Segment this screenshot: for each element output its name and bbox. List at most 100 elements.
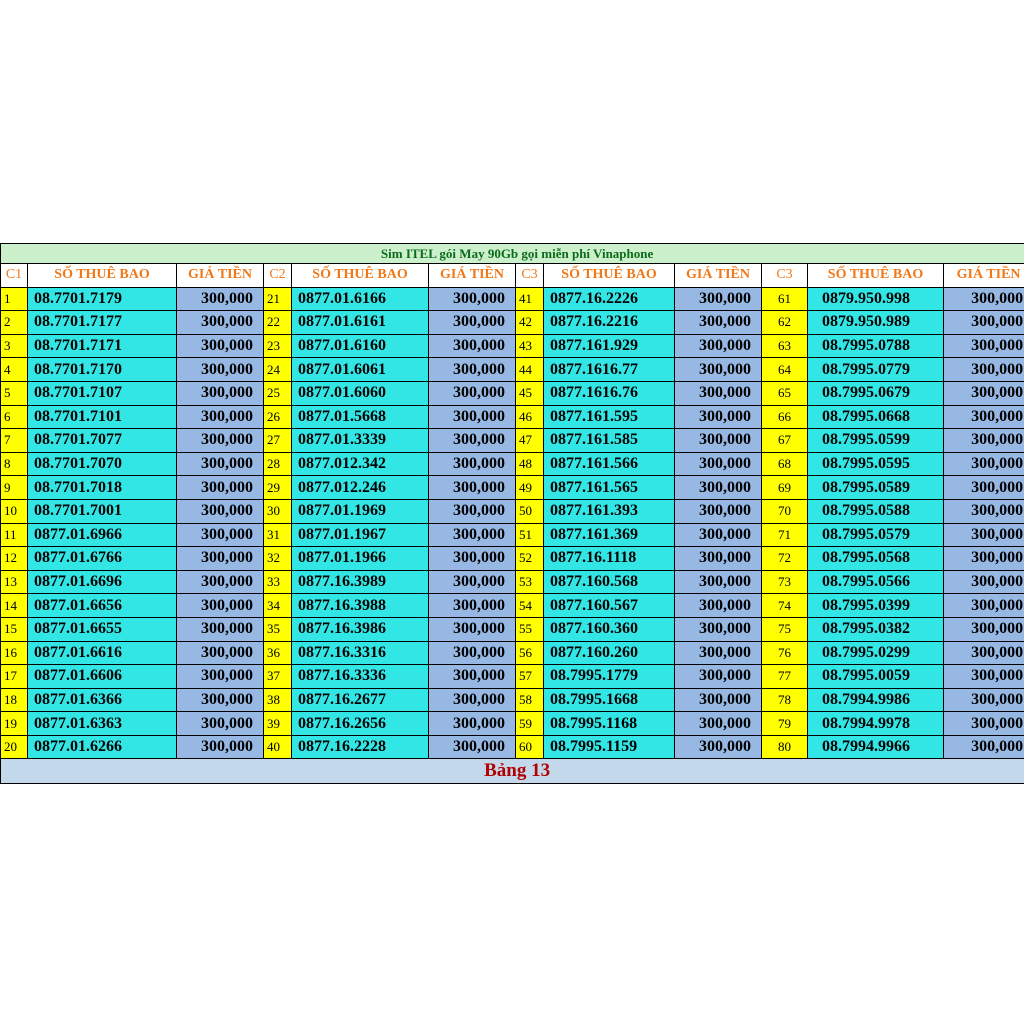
index-cell: 60: [515, 734, 544, 760]
price-cell: 300,000: [176, 616, 264, 642]
price-cell: 300,000: [674, 687, 762, 713]
phone-number-cell: 0877.01.1967: [291, 522, 429, 548]
table-row: 20 0877.01.6266 300,000 40 0877.16.2228 300,0…: [0, 734, 1024, 760]
price-cell: 300,000: [176, 475, 264, 500]
price-cell: 300,000: [428, 734, 516, 760]
table-title: Sim ITEL gói May 90Gb gọi miễn phí Vinap…: [0, 243, 1024, 264]
index-cell: 3: [0, 333, 28, 359]
phone-number-cell: 0877.161.566: [543, 451, 675, 477]
index-cell: 63: [761, 333, 808, 359]
index-cell: 33: [263, 569, 292, 595]
index-cell: 73: [761, 569, 808, 595]
price-cell: 300,000: [942, 734, 1024, 760]
price-cell: 300,000: [674, 310, 762, 335]
index-cell: 32: [263, 546, 292, 571]
phone-number-cell: 08.7701.7171: [27, 333, 177, 359]
index-cell: 25: [263, 380, 292, 406]
phone-number-cell: 0877.01.6966: [27, 522, 177, 548]
sim-price-table: Sim ITEL gói May 90Gb gọi miễn phí Vinap…: [0, 243, 1024, 785]
phone-number-cell: 08.7995.0566: [807, 569, 944, 595]
index-cell: 9: [0, 475, 28, 500]
index-cell: 7: [0, 428, 28, 453]
header-row: C1 SỐ THUÊ BAO GIÁ TIỀN C2 SỐ THUÊ BAO G…: [0, 263, 1024, 288]
phone-number-cell: 08.7994.9986: [807, 687, 944, 713]
index-cell: 50: [515, 498, 544, 524]
index-cell: 64: [761, 357, 808, 382]
price-cell: 300,000: [428, 451, 516, 477]
price-cell: 300,000: [176, 593, 264, 618]
index-cell: 49: [515, 475, 544, 500]
phone-number-cell: 08.7995.1159: [543, 734, 675, 760]
phone-number-cell: 08.7995.0299: [807, 640, 944, 666]
index-cell: 58: [515, 687, 544, 713]
header-cell: SỐ THUÊ BAO: [807, 263, 944, 288]
index-cell: 23: [263, 333, 292, 359]
index-cell: 69: [761, 475, 808, 500]
index-cell: 11: [0, 522, 28, 548]
index-cell: 56: [515, 640, 544, 666]
phone-number-cell: 0877.012.342: [291, 451, 429, 477]
header-cell: C3: [515, 263, 544, 288]
index-cell: 45: [515, 380, 544, 406]
phone-number-cell: 08.7995.0382: [807, 616, 944, 642]
phone-number-cell: 0877.01.3339: [291, 428, 429, 453]
phone-number-cell: 0877.160.360: [543, 616, 675, 642]
table-row: 18 0877.01.6366 300,000 38 0877.16.2677 300,0…: [0, 687, 1024, 713]
price-cell: 300,000: [176, 404, 264, 430]
table-row: 1 08.7701.7179 300,000 21 0877.01.6166 300,00…: [0, 286, 1024, 312]
price-cell: 300,000: [942, 522, 1024, 548]
phone-number-cell: 0877.1616.77: [543, 357, 675, 382]
phone-number-cell: 0877.1616.76: [543, 380, 675, 406]
price-cell: 300,000: [674, 357, 762, 382]
table-footer: Bảng 13: [0, 758, 1024, 785]
price-cell: 300,000: [176, 451, 264, 477]
phone-number-cell: 0877.160.568: [543, 569, 675, 595]
phone-number-cell: 08.7995.1779: [543, 664, 675, 689]
phone-number-cell: 0877.16.3988: [291, 593, 429, 618]
header-cell: SỐ THUÊ BAO: [543, 263, 675, 288]
price-cell: 300,000: [428, 357, 516, 382]
price-cell: 300,000: [674, 734, 762, 760]
price-cell: 300,000: [674, 711, 762, 736]
phone-number-cell: 08.7701.7107: [27, 380, 177, 406]
phone-number-cell: 08.7701.7101: [27, 404, 177, 430]
phone-number-cell: 0877.160.567: [543, 593, 675, 618]
table-row: 12 0877.01.6766 300,000 32 0877.01.1966 300,0…: [0, 546, 1024, 571]
index-cell: 19: [0, 711, 28, 736]
index-cell: 29: [263, 475, 292, 500]
index-cell: 21: [263, 286, 292, 312]
phone-number-cell: 0877.01.6266: [27, 734, 177, 760]
phone-number-cell: 0877.01.6161: [291, 310, 429, 335]
price-cell: 300,000: [674, 286, 762, 312]
phone-number-cell: 08.7701.7018: [27, 475, 177, 500]
index-cell: 52: [515, 546, 544, 571]
price-cell: 300,000: [674, 522, 762, 548]
phone-number-cell: 08.7995.0788: [807, 333, 944, 359]
price-cell: 300,000: [942, 286, 1024, 312]
price-cell: 300,000: [428, 333, 516, 359]
index-cell: 70: [761, 498, 808, 524]
index-cell: 54: [515, 593, 544, 618]
phone-number-cell: 0877.01.6696: [27, 569, 177, 595]
index-cell: 28: [263, 451, 292, 477]
phone-number-cell: 0877.01.6616: [27, 640, 177, 666]
price-cell: 300,000: [428, 498, 516, 524]
price-cell: 300,000: [942, 498, 1024, 524]
price-cell: 300,000: [942, 687, 1024, 713]
phone-number-cell: 08.7995.0595: [807, 451, 944, 477]
index-cell: 78: [761, 687, 808, 713]
phone-number-cell: 0877.01.6606: [27, 664, 177, 689]
index-cell: 62: [761, 310, 808, 335]
index-cell: 46: [515, 404, 544, 430]
price-cell: 300,000: [428, 310, 516, 335]
phone-number-cell: 08.7995.0059: [807, 664, 944, 689]
phone-number-cell: 0877.01.6766: [27, 546, 177, 571]
table-row: 4 08.7701.7170 300,000 24 0877.01.6061 300,00…: [0, 357, 1024, 382]
phone-number-cell: 0877.161.369: [543, 522, 675, 548]
index-cell: 18: [0, 687, 28, 713]
index-cell: 39: [263, 711, 292, 736]
index-cell: 40: [263, 734, 292, 760]
price-cell: 300,000: [942, 310, 1024, 335]
index-cell: 55: [515, 616, 544, 642]
phone-number-cell: 0877.161.393: [543, 498, 675, 524]
